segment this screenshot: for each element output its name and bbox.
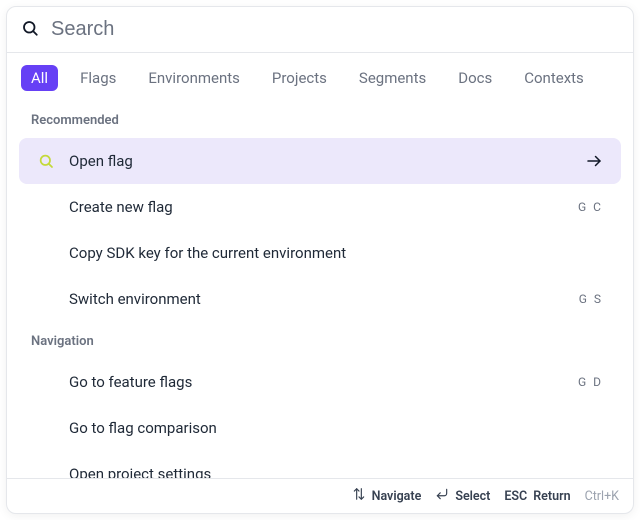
tab-projects[interactable]: Projects	[262, 65, 337, 91]
item-label: Go to flag comparison	[69, 419, 589, 437]
esc-key: ESC	[504, 489, 527, 504]
item-switch-environment[interactable]: Switch environment G S	[19, 276, 621, 322]
hint-return: ESC Return	[504, 489, 570, 504]
item-label: Open flag	[69, 152, 571, 170]
item-label: Go to feature flags	[69, 373, 564, 391]
section-header-navigation: Navigation	[9, 322, 631, 359]
results-list: Recommended Open flag Create new flag G …	[7, 101, 633, 478]
shortcut: G S	[579, 292, 603, 306]
updown-icon	[352, 487, 366, 505]
tab-environments[interactable]: Environments	[138, 65, 250, 91]
search-row	[7, 7, 633, 52]
hint-label: Select	[455, 489, 490, 504]
shortcut: G D	[578, 375, 603, 389]
tab-contexts[interactable]: Contexts	[514, 65, 594, 91]
search-icon-accent	[37, 153, 55, 169]
shortcut-label: Ctrl+K	[585, 489, 619, 504]
item-create-new-flag[interactable]: Create new flag G C	[19, 184, 621, 230]
item-label: Open project settings	[69, 465, 589, 478]
shortcut: G C	[578, 200, 603, 214]
tabs: All Flags Environments Projects Segments…	[7, 53, 633, 101]
item-copy-sdk-key[interactable]: Copy SDK key for the current environment	[19, 230, 621, 276]
hint-select: Select	[435, 487, 490, 505]
item-go-to-feature-flags[interactable]: Go to feature flags G D	[19, 359, 621, 405]
item-label: Switch environment	[69, 290, 565, 308]
hint-shortcut: Ctrl+K	[585, 489, 619, 504]
item-open-flag[interactable]: Open flag	[19, 138, 621, 184]
item-go-to-flag-comparison[interactable]: Go to flag comparison	[19, 405, 621, 451]
hint-label: Return	[533, 489, 570, 504]
hint-navigate: Navigate	[352, 487, 422, 505]
item-open-project-settings[interactable]: Open project settings	[19, 451, 621, 478]
search-icon	[21, 19, 39, 41]
section-header-recommended: Recommended	[9, 101, 631, 138]
enter-icon	[435, 487, 449, 505]
command-palette: All Flags Environments Projects Segments…	[6, 6, 634, 514]
tab-flags[interactable]: Flags	[70, 65, 126, 91]
search-input[interactable]	[49, 17, 619, 42]
hint-label: Navigate	[372, 489, 422, 504]
tab-all[interactable]: All	[21, 65, 58, 91]
item-label: Create new flag	[69, 198, 564, 216]
arrow-right-icon	[585, 152, 603, 170]
tab-docs[interactable]: Docs	[448, 65, 502, 91]
item-label: Copy SDK key for the current environment	[69, 244, 589, 262]
tab-segments[interactable]: Segments	[349, 65, 436, 91]
footer: Navigate Select ESC Return Ctrl+K	[7, 478, 633, 513]
